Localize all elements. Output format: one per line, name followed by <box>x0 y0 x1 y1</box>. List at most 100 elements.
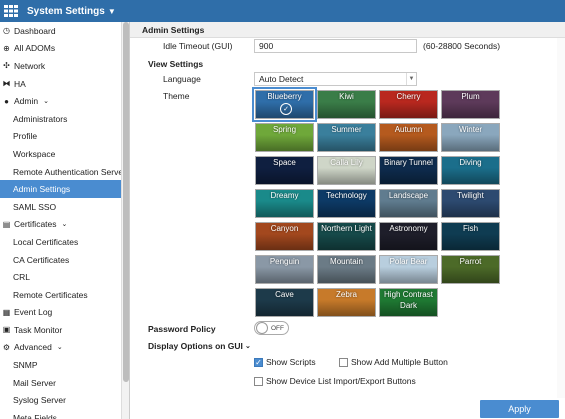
sidebar-item-meta-fields[interactable]: Meta Fields <box>0 409 129 419</box>
sidebar-item-advanced[interactable]: ⚙ Advanced ⌄ <box>0 339 129 357</box>
show-scripts-checkbox[interactable]: ✓ Show Scripts <box>254 357 316 367</box>
checkbox-checked-icon: ✓ <box>254 357 263 367</box>
sidebar-item-label: Admin Settings <box>13 184 71 195</box>
sidebar-item-certificates[interactable]: ▤ Certificates ⌄ <box>0 216 129 234</box>
sidebar-item-label: Profile <box>13 131 38 142</box>
sidebar-item-network[interactable]: ✣ Network <box>0 57 129 75</box>
theme-tile-dreamy[interactable]: Dreamy <box>255 189 314 218</box>
theme-tile-cherry[interactable]: Cherry <box>379 90 438 119</box>
sidebar-item-dashboard[interactable]: ◷ Dashboard <box>0 22 129 40</box>
sidebar-item-saml-sso[interactable]: SAML SSO <box>0 198 129 216</box>
theme-tile-mountain[interactable]: Mountain <box>317 255 376 284</box>
sidebar-item-label: Advanced <box>14 342 52 353</box>
theme-label: Theme <box>163 91 190 101</box>
theme-name: Calla Lily <box>330 158 363 167</box>
theme-tile-space[interactable]: Space <box>255 156 314 185</box>
task-monitor-icon: ▣ <box>2 325 11 335</box>
theme-name: Winter <box>458 125 483 134</box>
theme-tile-zebra[interactable]: Zebra <box>317 288 376 317</box>
display-options-heading[interactable]: Display Options on GUI ⌄ <box>148 341 251 351</box>
sidebar-item-all-adoms[interactable]: ⊕ All ADOMs <box>0 40 129 58</box>
app-logo-icon[interactable] <box>0 0 22 22</box>
sidebar-item-label: Remote Certificates <box>13 289 88 300</box>
theme-tile-penguin[interactable]: Penguin <box>255 255 314 284</box>
theme-tile-parrot[interactable]: Parrot <box>441 255 500 284</box>
theme-name: Parrot <box>459 257 482 266</box>
app-title-menu[interactable]: System Settings ▼ <box>27 6 116 17</box>
sidebar-scroll-thumb[interactable] <box>123 22 129 382</box>
ha-icon: ⧓ <box>2 79 11 89</box>
show-device-list-checkbox[interactable]: Show Device List Import/Export Buttons <box>254 376 416 386</box>
sidebar-item-admin[interactable]: ● Admin ⌄ <box>0 92 129 110</box>
app-title: System Settings <box>27 5 105 17</box>
main-panel: Admin Settings Idle Timeout (GUI) 900 (6… <box>130 22 565 419</box>
sidebar-item-remote-certificates[interactable]: Remote Certificates <box>0 286 129 304</box>
theme-tile-northern-light[interactable]: Northern Light <box>317 222 376 251</box>
theme-tile-canyon[interactable]: Canyon <box>255 222 314 251</box>
top-bar: System Settings ▼ <box>0 0 565 22</box>
sidebar-item-task-monitor[interactable]: ▣ Task Monitor <box>0 321 129 339</box>
sidebar-item-label: Local Certificates <box>13 236 79 247</box>
theme-tile-blueberry[interactable]: Blueberry ✓ <box>252 87 317 122</box>
theme-tile-calla-lily[interactable]: Calla Lily <box>317 156 376 185</box>
sidebar-item-label: Certificates <box>14 219 57 230</box>
chevron-down-icon: ⌄ <box>43 98 49 106</box>
show-add-multiple-label: Show Add Multiple Button <box>351 357 448 367</box>
sidebar-item-label: Mail Server <box>13 377 56 388</box>
sidebar-item-label: Syslog Server <box>13 395 66 406</box>
theme-tile-twilight[interactable]: Twilight <box>441 189 500 218</box>
sidebar-item-mail-server[interactable]: Mail Server <box>0 374 129 392</box>
theme-name: Dreamy <box>270 191 299 200</box>
apply-button[interactable]: Apply <box>480 400 559 418</box>
theme-tile-diving[interactable]: Diving <box>441 156 500 185</box>
theme-tile-astronomy[interactable]: Astronomy <box>379 222 438 251</box>
main-scrollbar[interactable] <box>557 38 565 398</box>
theme-name: Plum <box>461 92 480 101</box>
theme-tile-kiwi[interactable]: Kiwi <box>317 90 376 119</box>
theme-name: Kiwi <box>339 92 354 101</box>
sidebar-item-crl[interactable]: CRL <box>0 268 129 286</box>
sidebar-item-snmp[interactable]: SNMP <box>0 356 129 374</box>
idle-timeout-hint: (60-28800 Seconds) <box>423 41 501 51</box>
sidebar-item-administrators[interactable]: Administrators <box>0 110 129 128</box>
theme-tile-summer[interactable]: Summer <box>317 123 376 152</box>
page-title: Admin Settings <box>130 22 565 38</box>
sidebar-item-admin-settings[interactable]: Admin Settings <box>0 180 129 198</box>
password-policy-toggle[interactable]: OFF <box>254 321 289 335</box>
language-select-value: Auto Detect <box>259 74 304 84</box>
chevron-down-icon: ⌄ <box>244 343 251 350</box>
advanced-icon: ⚙ <box>2 342 11 352</box>
sidebar-item-remote-authentication-server[interactable]: Remote Authentication Server <box>0 163 129 181</box>
idle-timeout-input[interactable]: 900 <box>254 39 417 53</box>
theme-tile-fish[interactable]: Fish <box>441 222 500 251</box>
theme-tile-binary-tunnel[interactable]: Binary Tunnel <box>379 156 438 185</box>
view-settings-heading: View Settings <box>148 59 204 69</box>
user-icon: ● <box>4 96 9 106</box>
theme-tile-plum[interactable]: Plum <box>441 90 500 119</box>
theme-name: Polar Bear <box>389 257 428 266</box>
theme-tile-landscape[interactable]: Landscape <box>379 189 438 218</box>
sidebar-item-profile[interactable]: Profile <box>0 128 129 146</box>
certificate-icon: ▤ <box>2 219 11 229</box>
theme-tile-high-contrast-dark[interactable]: High Contrast Dark <box>379 288 438 317</box>
sidebar-item-label: HA <box>14 78 26 89</box>
show-add-multiple-checkbox[interactable]: Show Add Multiple Button <box>339 357 448 367</box>
sidebar-item-label: Task Monitor <box>14 324 63 335</box>
sidebar-item-ca-certificates[interactable]: CA Certificates <box>0 251 129 269</box>
theme-tile-autumn[interactable]: Autumn <box>379 123 438 152</box>
sidebar-scrollbar[interactable] <box>121 22 129 419</box>
theme-tile-spring[interactable]: Spring <box>255 123 314 152</box>
theme-tile-cave[interactable]: Cave <box>255 288 314 317</box>
theme-name: Technology <box>326 191 367 200</box>
theme-tile-polar-bear[interactable]: Polar Bear <box>379 255 438 284</box>
theme-tile-technology[interactable]: Technology <box>317 189 376 218</box>
theme-name: Northern Light <box>321 224 372 233</box>
sidebar-item-event-log[interactable]: ▦ Event Log <box>0 304 129 322</box>
sidebar-item-local-certificates[interactable]: Local Certificates <box>0 233 129 251</box>
sidebar-item-label: Event Log <box>14 307 53 318</box>
theme-tile-winter[interactable]: Winter <box>441 123 500 152</box>
sidebar-item-ha[interactable]: ⧓ HA <box>0 75 129 93</box>
sidebar-item-syslog-server[interactable]: Syslog Server <box>0 391 129 409</box>
sidebar-item-workspace[interactable]: Workspace <box>0 145 129 163</box>
language-select[interactable]: Auto Detect ▼ <box>254 72 417 86</box>
